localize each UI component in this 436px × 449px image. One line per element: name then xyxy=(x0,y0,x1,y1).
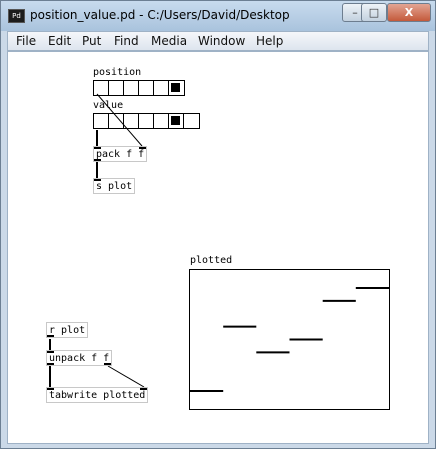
radio-cell[interactable] xyxy=(109,81,124,95)
radio-cell[interactable] xyxy=(154,114,169,128)
array-graph[interactable] xyxy=(189,269,390,410)
menu-edit[interactable]: Edit xyxy=(48,34,71,48)
radio-cell[interactable] xyxy=(184,114,199,128)
position-label: position xyxy=(93,67,142,78)
radio-cell[interactable] xyxy=(154,81,169,95)
unpack-object-text: unpack f f xyxy=(49,353,110,364)
send-object-text: s plot xyxy=(96,181,133,192)
tabwrite-object-text: tabwrite plotted xyxy=(49,390,146,401)
array-plot[interactable] xyxy=(190,270,389,409)
menu-window[interactable]: Window xyxy=(198,34,245,48)
maximize-button[interactable]: □ xyxy=(361,3,387,22)
radio-cell[interactable] xyxy=(139,81,154,95)
radio-cell[interactable] xyxy=(124,81,139,95)
position-radio[interactable] xyxy=(93,80,185,96)
value-radio[interactable] xyxy=(93,113,200,129)
pack-object-text: pack f f xyxy=(96,149,145,160)
radio-cell[interactable] xyxy=(94,114,109,128)
patch-canvas[interactable]: position value pack f f s plot r plot un… xyxy=(7,51,429,444)
close-button[interactable]: X xyxy=(387,3,431,22)
radio-cell[interactable] xyxy=(139,114,154,128)
radio-cell[interactable] xyxy=(124,114,139,128)
menu-find[interactable]: Find xyxy=(114,34,139,48)
pd-app-icon: Pd xyxy=(8,9,25,23)
menu-file[interactable]: File xyxy=(16,34,36,48)
menu-help[interactable]: Help xyxy=(256,34,283,48)
title-bar[interactable]: Pd position_value.pd - C:/Users/David/De… xyxy=(1,1,435,31)
window-title: position_value.pd - C:/Users/David/Deskt… xyxy=(30,8,290,22)
tabwrite-object[interactable]: tabwrite plotted xyxy=(46,387,149,403)
receive-plot-object[interactable]: r plot xyxy=(46,322,89,338)
pd-patch-window: Pd position_value.pd - C:/Users/David/De… xyxy=(0,0,436,449)
value-label: value xyxy=(93,100,124,111)
array-label: plotted xyxy=(190,255,233,266)
radio-cell-selected[interactable] xyxy=(169,114,184,128)
radio-cell-selected[interactable] xyxy=(169,81,184,95)
menu-bar: File Edit Put Find Media Window Help xyxy=(7,31,429,51)
receive-object-text: r plot xyxy=(49,325,86,336)
menu-media[interactable]: Media xyxy=(151,34,187,48)
radio-cell[interactable] xyxy=(109,114,124,128)
menu-put[interactable]: Put xyxy=(82,34,101,48)
unpack-object[interactable]: unpack f f xyxy=(46,350,113,366)
radio-cell[interactable] xyxy=(94,81,109,95)
send-plot-object[interactable]: s plot xyxy=(93,178,136,194)
pack-object[interactable]: pack f f xyxy=(93,146,148,162)
